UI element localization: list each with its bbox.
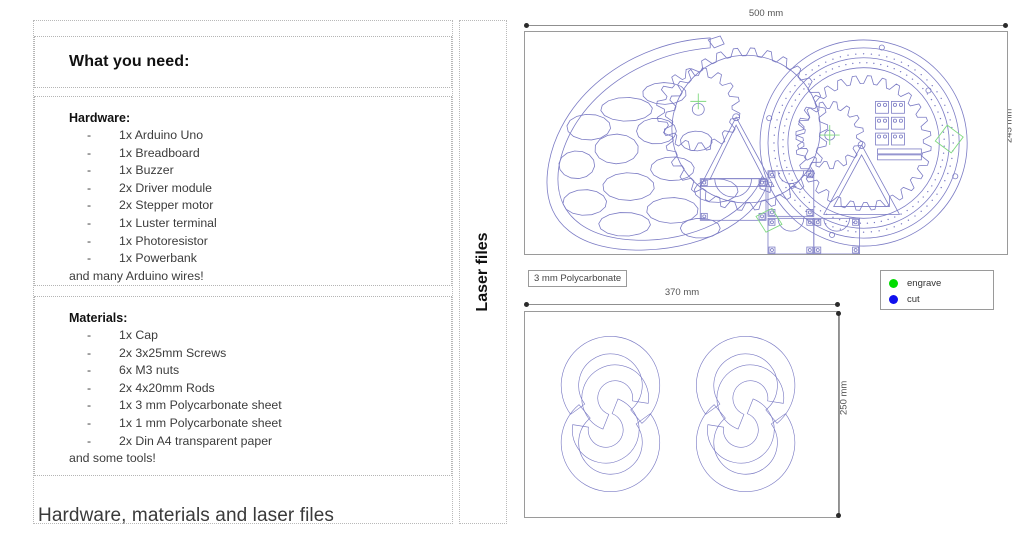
list-item-label: 1x Cap: [119, 328, 158, 342]
hardware-list: - 1x Arduino Uno - 1x Breadboard - 1x Buzze…: [35, 127, 451, 268]
list-item-label: 2x Driver module: [119, 180, 212, 195]
cut-color-swatch-icon: [889, 294, 898, 304]
bullet-dash: -: [87, 128, 92, 142]
dimension-label: 250 mm: [838, 380, 850, 415]
laser-sheet-bottom: [524, 311, 840, 518]
list-item-label: 1x Arduino Uno: [119, 128, 204, 142]
list-item-label: 1x 3 mm Polycarbonate sheet: [119, 398, 282, 413]
legend-item-label: engrave: [907, 277, 942, 289]
dimension-height-bottom: 250 mm: [826, 311, 859, 518]
what-you-need-box: What you need:: [34, 36, 452, 88]
list-item: - 1x 1 mm Polycarbonate sheet: [35, 415, 451, 433]
laser-files-label: Laser files: [474, 232, 491, 312]
page-title: Hardware, materials and laser files: [38, 505, 335, 526]
materials-box: Materials: - 1x Cap - 2x 3x25mm Screws - 6x…: [34, 296, 452, 476]
dimension-width-bottom: 370 mm: [524, 287, 840, 309]
laser-sheet-top: [524, 31, 1008, 255]
legend: engrave cut: [880, 270, 994, 310]
list-item: - 1x Breadboard: [35, 145, 451, 163]
material-tag: 3 mm Polycarbonate: [528, 270, 628, 287]
bullet-dash: -: [87, 215, 92, 230]
dimension-endpoint: [524, 302, 529, 307]
bullet-dash: -: [87, 180, 92, 195]
bullet-dash: -: [87, 363, 92, 378]
what-you-need-heading: What you need:: [69, 53, 190, 70]
bullet-dash: -: [87, 328, 92, 342]
list-item: - 1x Arduino Uno: [35, 127, 451, 145]
list-item-label: 2x 3x25mm Screws: [119, 345, 227, 360]
list-item-label: 1x Photoresistor: [119, 233, 208, 248]
list-item: - 1x Cap: [35, 327, 451, 345]
list-item-label: 1x Powerbank: [119, 251, 197, 266]
list-item: - 2x Din A4 transparent paper: [35, 433, 451, 451]
list-item-label: 1x 1 mm Polycarbonate sheet: [119, 415, 282, 430]
list-item: - 2x 4x20mm Rods: [35, 380, 451, 398]
hardware-section-title: Hardware:: [69, 111, 131, 125]
dimension-label: 370 mm: [664, 287, 700, 298]
bullet-dash: -: [87, 345, 92, 360]
dimension-label: 500 mm: [748, 8, 784, 19]
laser-files-drawings: 500 mm 245 mm 3 mm Polycarbonate 370 mm: [516, 0, 1024, 534]
list-item-label: 1x Buzzer: [119, 163, 174, 178]
bullet-dash: -: [87, 415, 92, 430]
bullet-dash: -: [87, 380, 92, 395]
bullet-dash: -: [87, 198, 92, 213]
dimension-endpoint: [524, 23, 529, 28]
list-item-label: 2x Din A4 transparent paper: [119, 433, 273, 448]
legend-item-cut: cut: [889, 291, 993, 307]
list-item: - 1x Luster terminal: [35, 215, 451, 233]
legend-item-engrave: engrave: [889, 275, 993, 291]
legend-item-label: cut: [907, 293, 920, 305]
cad-drawing-top: [546, 35, 968, 254]
materials-tail-note: and some tools!: [69, 451, 156, 466]
bullet-dash: -: [87, 433, 92, 448]
materials-list: - 1x Cap - 2x 3x25mm Screws - 6x M3 nuts - 2…: [35, 327, 451, 450]
bullet-dash: -: [87, 163, 92, 178]
dimension-endpoint: [836, 513, 841, 518]
engrave-color-swatch-icon: [889, 278, 898, 288]
hardware-tail-note: and many Arduino wires!: [69, 268, 204, 283]
list-item: - 6x M3 nuts: [35, 362, 451, 380]
list-item: - 1x Powerbank: [35, 250, 451, 268]
materials-section-title: Materials:: [69, 311, 128, 325]
list-item: - 2x 3x25mm Screws: [35, 345, 451, 363]
dimension-line: [526, 25, 1006, 26]
cad-drawing-bottom: [560, 336, 796, 492]
dimension-width-top: 500 mm: [524, 8, 1008, 30]
list-item: - 1x Buzzer: [35, 162, 451, 180]
list-item: - 1x Photoresistor: [35, 233, 451, 251]
bullet-dash: -: [87, 398, 92, 413]
list-item-label: 2x Stepper motor: [119, 198, 214, 213]
bullet-dash: -: [87, 145, 92, 160]
list-item-label: 1x Luster terminal: [119, 215, 217, 230]
list-item-label: 2x 4x20mm Rods: [119, 380, 215, 395]
list-item: - 2x Stepper motor: [35, 197, 451, 215]
list-item-label: 6x M3 nuts: [119, 363, 180, 378]
slide-root: What you need: Hardware: - 1x Arduino Uno…: [0, 0, 1024, 534]
bullet-dash: -: [87, 251, 92, 266]
dimension-endpoint: [1003, 23, 1008, 28]
list-item: - 2x Driver module: [35, 180, 451, 198]
dimension-endpoint: [835, 302, 840, 307]
dimension-endpoint: [836, 311, 841, 316]
list-item-label: 1x Breadboard: [119, 145, 200, 160]
list-item: - 1x 3 mm Polycarbonate sheet: [35, 397, 451, 415]
hardware-box: Hardware: - 1x Arduino Uno - 1x Breadboard…: [34, 96, 452, 286]
bullet-dash: -: [87, 233, 92, 248]
laser-files-column: Laser files: [459, 20, 507, 524]
dimension-line: [526, 304, 838, 305]
